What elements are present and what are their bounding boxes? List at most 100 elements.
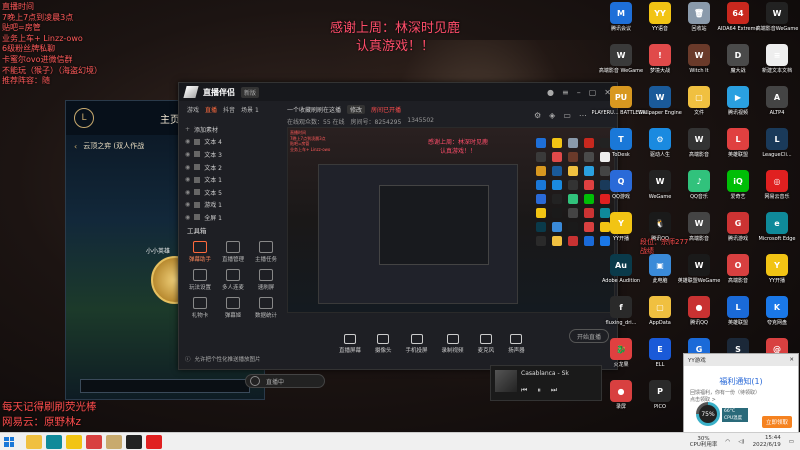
tab-douyin[interactable]: 抖音 — [223, 105, 235, 114]
desktop-icon[interactable]: Au Adobe Audition — [602, 254, 640, 284]
desktop-icon[interactable]: ≡ 新建文本文档 — [760, 44, 794, 74]
stream-preview[interactable]: 直播时间 7晚上7点到凌晨3点 贴吧=房管 业务上车+ Linzz-owo 感谢… — [287, 127, 615, 313]
claim-button[interactable]: 立即领取 — [761, 416, 792, 428]
desktop-icon[interactable]: G 腾讯游戏 — [721, 212, 755, 242]
taskbar-stream-icon[interactable] — [126, 434, 142, 449]
taskbar-wegame-icon[interactable] — [86, 434, 102, 449]
desktop-icon[interactable]: P PICO — [643, 380, 677, 410]
desktop-icon[interactable]: ▢ AppData — [643, 296, 677, 326]
source-item[interactable]: ◉ 游戏 1 — [185, 199, 281, 212]
game-chat-input[interactable] — [80, 379, 250, 393]
eye-icon[interactable]: ◉ — [185, 151, 190, 158]
next-icon[interactable]: ⏭ — [551, 386, 557, 395]
more-icon[interactable]: ⋯ — [579, 111, 587, 120]
edit-room-button[interactable]: 修改 — [347, 105, 366, 114]
desktop-icon[interactable]: W WeGame — [643, 170, 677, 200]
camera-button[interactable]: 摄像头 — [375, 334, 392, 354]
live-status-pill[interactable]: 直播中 — [245, 374, 325, 388]
close-icon[interactable]: ✕ — [789, 357, 794, 363]
menu-icon[interactable]: ≡ — [562, 88, 569, 97]
previous-icon[interactable]: ⏮ — [521, 386, 527, 395]
speaker-button[interactable]: 扬声器 — [508, 334, 525, 354]
desktop-icon[interactable]: T ToDesk — [604, 128, 638, 158]
start-live-button[interactable]: 开始直播 — [569, 329, 609, 343]
minimize-icon[interactable]: – — [577, 88, 581, 97]
tool-danmaku-ji[interactable]: 弹幕姬 — [218, 297, 248, 319]
desktop-icon[interactable]: iQ 爱奇艺 — [721, 170, 755, 200]
source-item[interactable]: ◉ 文本 3 — [185, 148, 281, 161]
eye-icon[interactable]: ◉ — [185, 176, 190, 183]
desktop-icon[interactable]: O 高端影音 — [721, 254, 755, 284]
gift-icon[interactable]: ◈ — [549, 111, 555, 120]
desktop-icon[interactable]: ⚙ 驱动人生 — [643, 128, 677, 158]
desktop-icon[interactable]: ▶ 腾讯视频 — [721, 86, 755, 116]
record-button[interactable]: 录制视频 — [442, 334, 464, 354]
desktop-icon[interactable]: W Witch It — [682, 44, 716, 74]
desktop-icon[interactable]: Y YY开播 — [760, 254, 794, 284]
eye-icon[interactable]: ◉ — [185, 189, 190, 196]
desktop-icon[interactable]: ▢ 文件 — [682, 86, 716, 116]
stream-assistant-window[interactable]: 直播伴侣 新版 ● ≡ – ▢ ✕ 游戏 直播 抖音 场景 1 一个收藏刷刷在这… — [178, 82, 618, 370]
tool-stats[interactable]: 数据统计 — [251, 297, 281, 319]
desktop-icon[interactable]: L 英雄联盟 — [721, 128, 755, 158]
taskbar-yy-icon[interactable] — [66, 434, 82, 449]
desktop-icon[interactable]: M 腾讯会议 — [604, 2, 638, 32]
tab-scene-1[interactable]: 场景 1 — [241, 105, 259, 114]
desktop-icon[interactable]: ! 梦境大战 — [643, 44, 677, 74]
pause-icon[interactable]: ⏸ — [537, 386, 541, 395]
tool-danmaku[interactable]: 弹幕助手 — [185, 241, 215, 263]
avatar-icon[interactable]: ● — [547, 88, 554, 97]
desktop-icon[interactable]: D 魔大战 — [721, 44, 755, 74]
desktop-icon[interactable]: 🐉 火龙果 — [604, 338, 638, 368]
desktop-icon[interactable]: L LeagueCli... — [760, 128, 794, 158]
eye-icon[interactable]: ◉ — [185, 138, 190, 145]
desktop-icon[interactable]: W 英雄联盟WeGame — [678, 254, 720, 284]
desktop-icon[interactable]: ● 腾讯QQ — [682, 296, 716, 326]
desktop-icon[interactable]: PU PLAYERU... BATTLEGR... — [591, 86, 651, 116]
source-item[interactable]: ◉ 文本 2 — [185, 161, 281, 174]
eye-icon[interactable]: ◉ — [185, 214, 190, 221]
league-logo-icon[interactable]: L — [74, 108, 94, 128]
desktop-icon[interactable]: Q QQ游戏 — [604, 170, 638, 200]
tool-speed[interactable]: 速刷屏 — [251, 269, 281, 291]
desktop-icon[interactable]: f fluxing_dri... — [604, 296, 638, 326]
taskbar-music-icon[interactable] — [146, 434, 162, 449]
desktop-icon[interactable]: ▣ 此电脑 — [643, 254, 677, 284]
screen-capture-button[interactable]: 直播屏幕 — [339, 334, 361, 354]
eye-icon[interactable]: ◉ — [185, 201, 190, 208]
microphone-button[interactable]: 麦克风 — [478, 334, 494, 354]
source-item[interactable]: ◉ 文本 5 — [185, 186, 281, 199]
tab-game[interactable]: 游戏 — [187, 105, 199, 114]
desktop-icon[interactable]: ◎ 网易云音乐 — [760, 170, 794, 200]
taskbar-file-explorer-icon[interactable] — [26, 434, 42, 449]
desktop-icon[interactable]: ♪ QQ音乐 — [682, 170, 716, 200]
tool-gameplay[interactable]: 玩法设置 — [185, 269, 215, 291]
desktop-icon[interactable]: e Microsoft Edge — [759, 212, 795, 242]
source-item[interactable]: ◉ 文本 1 — [185, 173, 281, 186]
clock[interactable]: 15:44 2022/6/19 — [753, 435, 781, 449]
desktop-icon[interactable]: L 英雄联盟 — [721, 296, 755, 326]
taskbar-league-icon[interactable] — [106, 434, 122, 449]
wifi-icon[interactable]: ◠ — [725, 439, 730, 445]
source-header[interactable]: + 添加素材 — [185, 123, 281, 136]
desktop-icon[interactable]: E ELL — [643, 338, 677, 368]
back-arrow-icon[interactable]: ‹ — [74, 142, 77, 151]
source-item[interactable]: ◉ 文本 4 — [185, 136, 281, 149]
desktop-icon[interactable]: 64 AIDA64 Extreme — [717, 2, 759, 32]
desktop-icon[interactable]: Y YY开播 — [604, 212, 638, 242]
tool-multi-mic[interactable]: 多人连麦 — [218, 269, 248, 291]
tool-live-manage[interactable]: 直播管理 — [218, 241, 248, 263]
game-nav-home[interactable]: 主页 — [160, 111, 180, 126]
desktop-icon[interactable]: K 夸克网盘 — [760, 296, 794, 326]
tool-gift-card[interactable]: 礼物卡 — [185, 297, 215, 319]
tool-tasks[interactable]: 主播任务 — [251, 241, 281, 263]
desktop-icon[interactable]: YY YY语音 — [643, 2, 677, 32]
desktop-icon[interactable]: W 高端影音WeGame — [756, 2, 798, 32]
desktop-icon[interactable]: A ALTP4 — [760, 86, 794, 116]
taskbar-edge-icon[interactable] — [46, 434, 62, 449]
source-item[interactable]: ◉ 全屏 1 — [185, 211, 281, 224]
desktop-icon[interactable]: W Wallpaper Engine — [638, 86, 682, 116]
chat-icon[interactable]: ▭ — [563, 111, 571, 120]
eye-icon[interactable]: ◉ — [185, 164, 190, 171]
desktop-icon[interactable]: W 高端影音 WeGame — [599, 44, 643, 74]
